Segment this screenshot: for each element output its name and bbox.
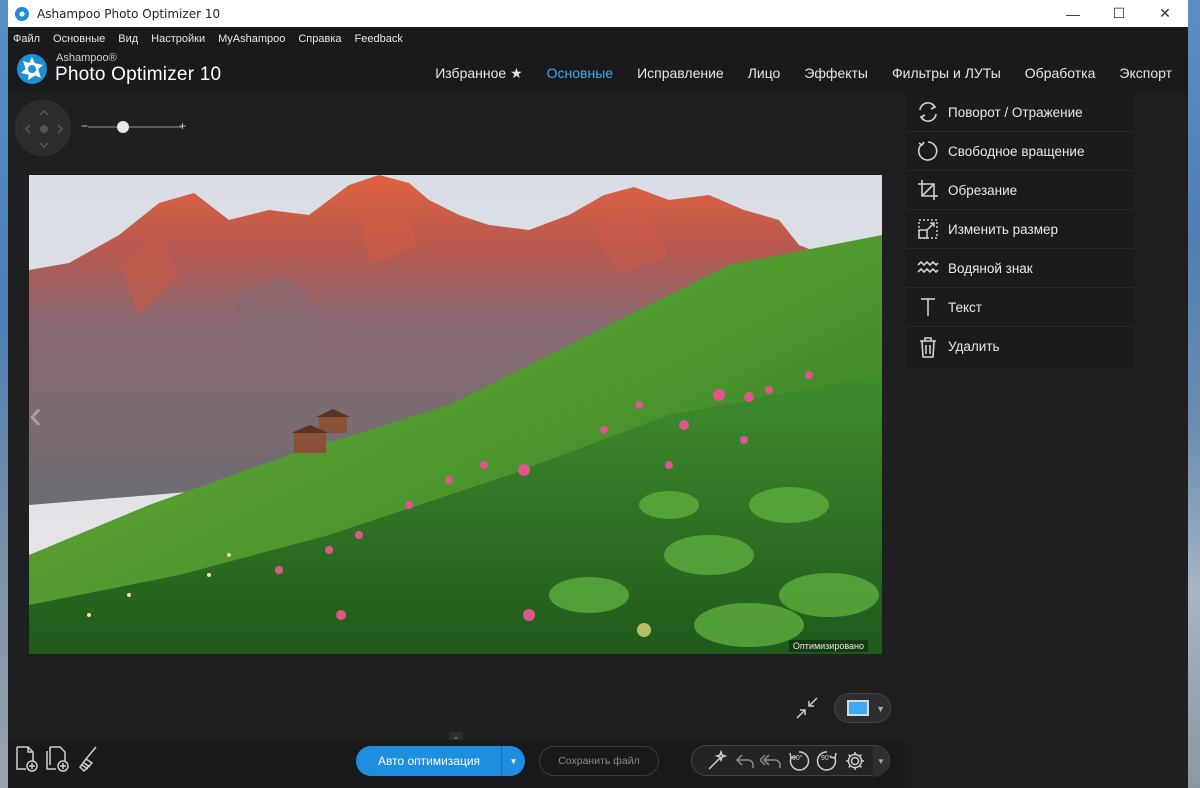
- auto-optimize-label: Авто оптимизация: [378, 754, 481, 768]
- landscape-photo: [29, 175, 882, 654]
- crop-icon: [915, 177, 941, 203]
- menu-item-file[interactable]: Файл: [13, 33, 40, 45]
- auto-optimize-dropdown-icon[interactable]: ▼: [501, 746, 525, 776]
- watermark-icon: [915, 255, 941, 281]
- rotate-left-label: 90°: [792, 755, 803, 762]
- save-file-button[interactable]: Сохранить файл: [539, 746, 659, 776]
- magic-wand-icon[interactable]: [706, 750, 728, 772]
- product-name: Photo Optimizer 10: [55, 64, 222, 85]
- auto-optimize-button[interactable]: Авто оптимизация ▼: [356, 746, 525, 776]
- zoom-slider-handle[interactable]: [116, 121, 129, 133]
- new-file-icon[interactable]: [14, 745, 40, 773]
- tools-panel: Поворот / Отражение Свободное вращение О…: [906, 93, 1134, 368]
- zoom-out-button[interactable]: −: [81, 119, 88, 133]
- settings-gear-icon[interactable]: [844, 750, 866, 772]
- menu-item-help[interactable]: Справка: [298, 33, 341, 45]
- tab-processing[interactable]: Обработка: [1025, 65, 1096, 82]
- zoom-slider[interactable]: [88, 126, 182, 128]
- tool-label: Свободное вращение: [948, 143, 1085, 159]
- tool-label: Удалить: [948, 339, 1000, 354]
- pan-navigator[interactable]: [15, 100, 71, 156]
- desktop-background-left: [0, 0, 8, 788]
- aperture-logo-icon: [17, 54, 47, 84]
- clear-brush-icon[interactable]: [74, 745, 100, 773]
- optimized-badge: Оптимизировано: [788, 640, 868, 652]
- undo-icon[interactable]: [734, 750, 756, 772]
- menu-item-feedback[interactable]: Feedback: [355, 33, 403, 45]
- title-bar: Ashampoo Photo Optimizer 10 — ☐ ✕: [8, 0, 1188, 27]
- single-view-icon: [847, 700, 869, 716]
- brand-name: Ashampoo®: [56, 52, 117, 64]
- app-window: Ashampoo Photo Optimizer 10 — ☐ ✕ Файл О…: [8, 0, 1188, 788]
- minimize-button[interactable]: —: [1050, 0, 1096, 27]
- rotate-right-90-button[interactable]: 90°: [816, 750, 838, 772]
- app-icon: [15, 6, 29, 21]
- pan-arrows-icon: [24, 109, 64, 149]
- menu-item-view[interactable]: Вид: [118, 33, 138, 45]
- zoom-in-button[interactable]: +: [179, 119, 186, 133]
- undo-all-icon[interactable]: [760, 750, 782, 772]
- window-title: Ashampoo Photo Optimizer 10: [37, 6, 221, 21]
- app-header: Ashampoo® Photo Optimizer 10 Избранное ★…: [8, 51, 1188, 93]
- chevron-down-icon: ▼: [876, 704, 885, 714]
- edit-tools-group: 90° 90° ▼: [691, 745, 890, 777]
- fit-to-window-icon[interactable]: [794, 695, 820, 721]
- bottom-toolbar: Авто оптимизация ▼ Сохранить файл 90° 90…: [8, 740, 905, 788]
- trash-icon: [915, 334, 941, 360]
- image-canvas: − + Оптимизировано ‹ ▼ ⌄: [8, 93, 905, 742]
- tools-dropdown-icon[interactable]: ▼: [873, 746, 889, 777]
- menu-item-myashampoo[interactable]: MyAshampoo: [218, 33, 285, 45]
- view-mode-toggle[interactable]: ▼: [834, 693, 891, 723]
- rotate-right-label: 90°: [821, 755, 832, 762]
- free-rotate-icon: [915, 138, 941, 164]
- tool-label: Обрезание: [948, 182, 1018, 198]
- menu-item-basics[interactable]: Основные: [53, 33, 105, 45]
- maximize-button[interactable]: ☐: [1096, 0, 1142, 27]
- tab-favorites[interactable]: Избранное ★: [435, 65, 522, 82]
- tab-filters-luts[interactable]: Фильтры и ЛУТы: [892, 65, 1001, 82]
- tool-delete[interactable]: Удалить: [906, 327, 1134, 366]
- rotate-left-90-button[interactable]: 90°: [788, 750, 810, 772]
- previous-image-arrow-icon[interactable]: ‹: [29, 393, 42, 438]
- rotate-flip-icon: [915, 99, 941, 125]
- tab-export[interactable]: Экспорт: [1119, 65, 1172, 82]
- tab-effects[interactable]: Эффекты: [804, 65, 868, 82]
- tab-correction[interactable]: Исправление: [637, 65, 724, 82]
- text-icon: [915, 294, 941, 320]
- close-button[interactable]: ✕: [1142, 0, 1188, 27]
- tool-watermark[interactable]: Водяной знак: [906, 249, 1134, 288]
- tool-label: Изменить размер: [948, 221, 1058, 237]
- menu-bar: Файл Основные Вид Настройки MyAshampoo С…: [8, 27, 1188, 51]
- tab-basics[interactable]: Основные: [547, 65, 613, 82]
- tool-rotate-flip[interactable]: Поворот / Отражение: [906, 93, 1134, 132]
- tool-label: Водяной знак: [948, 260, 1033, 276]
- tool-resize[interactable]: Изменить размер: [906, 210, 1134, 249]
- tool-label: Поворот / Отражение: [948, 104, 1083, 120]
- menu-item-settings[interactable]: Настройки: [151, 33, 205, 45]
- tools-panel-empty-area: [906, 368, 1188, 788]
- tab-face[interactable]: Лицо: [748, 65, 781, 82]
- tool-label: Текст: [948, 299, 982, 315]
- resize-icon: [915, 216, 941, 242]
- tool-free-rotate[interactable]: Свободное вращение: [906, 132, 1134, 171]
- photo-preview[interactable]: Оптимизировано: [29, 175, 882, 654]
- add-files-icon[interactable]: [44, 745, 70, 773]
- tool-crop[interactable]: Обрезание: [906, 171, 1134, 210]
- tool-text[interactable]: Текст: [906, 288, 1134, 327]
- main-tabs: Избранное ★ Основные Исправление Лицо Эф…: [411, 65, 1172, 82]
- desktop-background-right: [1188, 0, 1200, 788]
